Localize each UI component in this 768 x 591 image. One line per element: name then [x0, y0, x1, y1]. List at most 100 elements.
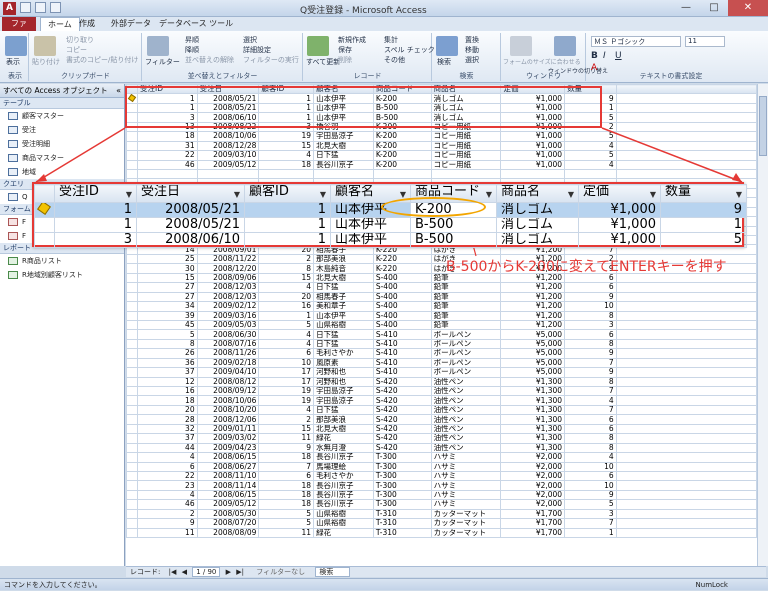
table-row[interactable]: 1 2008/05/21 1 山本伊平 B-500 消しゴム ¥1,000 1 [126, 102, 757, 114]
cell[interactable]: 山本伊平 [330, 232, 411, 248]
cell[interactable]: B-500 [410, 217, 497, 233]
zoom-row-editing[interactable]: 1 2008/05/21 1 山本伊平 K-200 消しゴム ¥1,000 9 [34, 202, 747, 218]
totals-button[interactable]: 集計 [384, 35, 398, 45]
record-selector[interactable] [126, 461, 138, 472]
cell[interactable]: 2008/06/30 [196, 329, 260, 340]
cell[interactable]: 河野和也 [313, 367, 374, 378]
cell[interactable]: 4 [258, 338, 315, 350]
table-row[interactable]: 4 2008/06/15 18 長谷川京子 T-300 ハサミ ¥2,000 4 [126, 452, 757, 463]
table-row[interactable]: 27 2008/12/03 20 相馬春子 S-400 鉛筆 ¥1,200 9 [126, 291, 757, 303]
size-to-fit-icon[interactable] [510, 36, 532, 56]
cell[interactable]: 4 [137, 452, 198, 463]
cell[interactable]: 37 [137, 367, 198, 378]
cell[interactable]: ¥2,000 [500, 461, 566, 472]
sort-asc-button[interactable]: 昇順 [185, 35, 199, 45]
underline-icon[interactable]: U [615, 51, 622, 61]
cell[interactable]: ¥1,200 [500, 282, 566, 293]
cell[interactable]: 31 [137, 140, 198, 152]
cell[interactable]: T-310 [372, 518, 432, 529]
cell[interactable]: ¥1,000 [500, 102, 566, 114]
cell[interactable]: 2 [258, 253, 315, 265]
cell[interactable]: ボールペン [430, 348, 502, 359]
cell[interactable]: 1 [137, 102, 198, 114]
table-row[interactable]: 34 2009/02/12 16 美和章子 S-400 鉛筆 ¥1,200 10 [126, 301, 757, 312]
table-row[interactable]: 46 2009/05/12 18 長谷川京子 K-200 コピー用紙 ¥1,000 4 [126, 159, 757, 170]
cell[interactable]: ¥5,000 [500, 357, 566, 369]
select-all-cell[interactable] [126, 84, 138, 95]
collapse-chevron-icon[interactable]: « [116, 84, 121, 98]
cell[interactable]: S-410 [372, 329, 432, 340]
record-selector[interactable] [126, 433, 138, 444]
cell[interactable]: 油性ペン [430, 414, 502, 425]
prev-record-icon[interactable]: ◀ [182, 568, 187, 576]
cell[interactable]: 27 [137, 282, 198, 293]
tab-external-data[interactable]: 外部データ [104, 17, 158, 31]
cell[interactable]: ¥1,200 [500, 310, 566, 321]
cell[interactable]: 橋谷羽 [313, 121, 374, 133]
header-list-price[interactable]: 定価 [500, 84, 566, 95]
cell[interactable]: 2 [258, 414, 315, 425]
record-selector[interactable] [34, 217, 55, 233]
cell[interactable]: 6 [564, 423, 617, 435]
save-icon[interactable] [20, 2, 31, 13]
cell[interactable]: 3 [54, 232, 137, 248]
cell[interactable]: コピー用紙 [430, 150, 502, 161]
cell[interactable]: 2008/08/09 [196, 527, 260, 539]
cell[interactable]: 18 [258, 452, 315, 463]
cell[interactable]: 5 [564, 499, 617, 510]
record-selector[interactable] [126, 367, 138, 378]
cell[interactable]: 日下猛 [313, 150, 374, 161]
cell[interactable]: 2008/12/03 [196, 291, 260, 303]
cell[interactable]: 1 [258, 93, 315, 104]
record-selector[interactable] [126, 395, 138, 406]
cell[interactable]: ¥1,300 [500, 414, 566, 425]
replace-button[interactable]: 置換 [465, 35, 479, 45]
cell[interactable]: 宇田島涼子 [313, 385, 374, 397]
cell[interactable]: 15 [258, 272, 315, 284]
record-selector[interactable] [126, 499, 138, 510]
search-input[interactable]: 検索 [315, 567, 351, 577]
table-row[interactable]: 9 2008/07/20 5 山県裕樹 T-310 カッターマット ¥1,700 7 [126, 518, 757, 529]
cell[interactable]: B-500 [372, 102, 432, 114]
cell[interactable]: 1 [54, 202, 137, 218]
cell[interactable]: 19 [258, 385, 315, 397]
record-selector[interactable] [126, 102, 138, 114]
cell[interactable]: 消しゴム [496, 232, 579, 248]
cell[interactable]: カッターマット [430, 527, 502, 539]
zoom-header-list-price[interactable]: 定価 ▼ [578, 184, 661, 203]
cell[interactable]: 16 [137, 385, 198, 397]
cell[interactable]: 2008/06/10 [196, 112, 260, 123]
cell[interactable]: ¥1,000 [500, 93, 566, 104]
cell[interactable]: ¥1,200 [500, 301, 566, 312]
cell[interactable]: T-310 [372, 508, 432, 520]
table-row[interactable]: 27 2008/12/03 4 日下猛 S-400 鉛筆 ¥1,200 6 [126, 282, 757, 293]
cell[interactable]: 18 [258, 480, 315, 491]
cell[interactable]: 油性ペン [430, 404, 502, 416]
cell[interactable]: 18 [137, 131, 198, 142]
cell[interactable]: 2008/06/15 [196, 452, 260, 463]
cell[interactable]: S-410 [372, 357, 432, 369]
cell[interactable]: ¥1,200 [500, 319, 566, 331]
goto-button[interactable]: 移動 [465, 45, 479, 55]
record-selector[interactable] [126, 442, 138, 454]
record-selector[interactable] [126, 310, 138, 321]
cell[interactable]: ¥1,000 [578, 217, 661, 233]
cell[interactable]: 日下猛 [313, 282, 374, 293]
cell[interactable]: 5 [258, 508, 315, 520]
cell[interactable]: 那部美浪 [313, 253, 374, 265]
cell[interactable]: T-300 [372, 499, 432, 510]
cell[interactable]: コピー用紙 [430, 140, 502, 152]
cell[interactable]: 2008/08/12 [196, 376, 260, 388]
clear-sort-button[interactable]: 並べ替えの解除 [185, 55, 234, 65]
cell[interactable]: 長谷川京子 [313, 499, 374, 510]
cell[interactable]: 2008/11/26 [196, 348, 260, 359]
cell[interactable]: 18 [258, 489, 315, 501]
header-quantity[interactable]: 数量 [564, 84, 617, 95]
cell[interactable]: S-400 [372, 282, 432, 293]
record-selector[interactable] [126, 131, 138, 142]
cell[interactable]: 1 [258, 112, 315, 123]
next-record-icon[interactable]: ▶ [226, 568, 231, 576]
cell[interactable]: 北見大樹 [313, 272, 374, 284]
cell[interactable]: T-310 [372, 527, 432, 539]
cell[interactable]: 45 [137, 319, 198, 331]
